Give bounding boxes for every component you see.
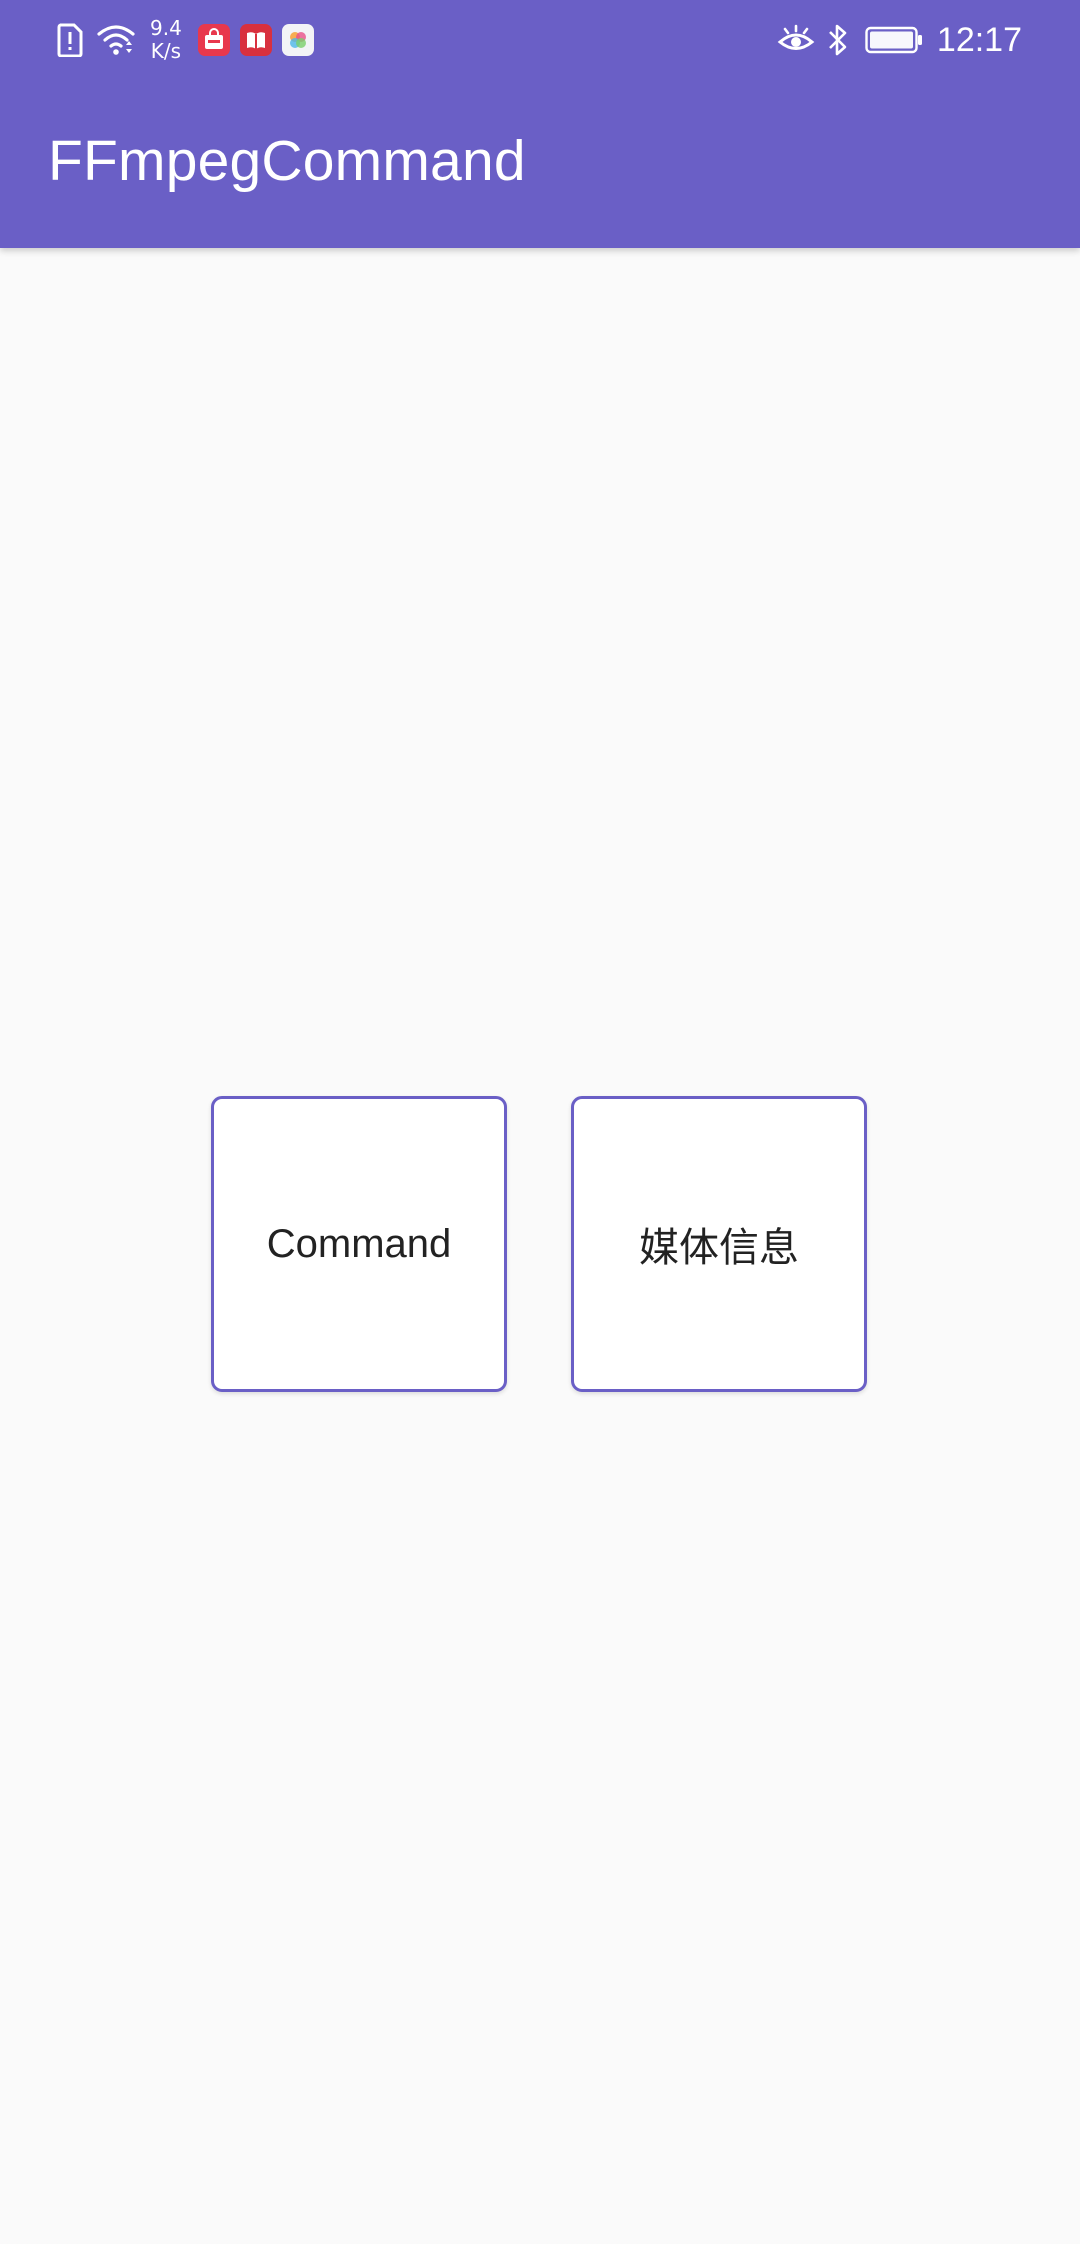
network-speed-unit: K/s xyxy=(150,39,182,63)
media-info-button-label: 媒体信息 xyxy=(639,1225,799,1271)
shopping-bag-app-icon xyxy=(197,24,230,56)
book-app-icon xyxy=(239,24,272,56)
network-speed-value: 9.4 xyxy=(150,16,182,40)
command-button[interactable]: Command xyxy=(211,1096,507,1392)
app-title: FFmpegCommand xyxy=(48,129,526,193)
top-bar: 9.4 K/s 12:17 FFmpegCommand xyxy=(0,0,1080,248)
bluetooth-icon xyxy=(827,22,849,58)
network-speed: 9.4 K/s xyxy=(150,17,182,63)
status-bar: 9.4 K/s 12:17 xyxy=(0,0,1080,80)
status-bar-left: 9.4 K/s xyxy=(56,14,324,66)
sim-alert-icon xyxy=(56,23,84,57)
battery-icon xyxy=(865,25,923,55)
status-time: 12:17 xyxy=(936,20,1022,59)
eye-comfort-icon xyxy=(777,23,815,57)
wifi-icon xyxy=(96,23,136,57)
photos-app-icon xyxy=(281,24,314,56)
media-info-button[interactable]: 媒体信息 xyxy=(571,1096,867,1392)
command-button-label: Command xyxy=(266,1221,452,1266)
app-screen: 9.4 K/s 12:17 FFmpegCommand Command 媒体信息 xyxy=(0,0,1080,2244)
status-bar-right: 12:17 xyxy=(777,14,1022,66)
